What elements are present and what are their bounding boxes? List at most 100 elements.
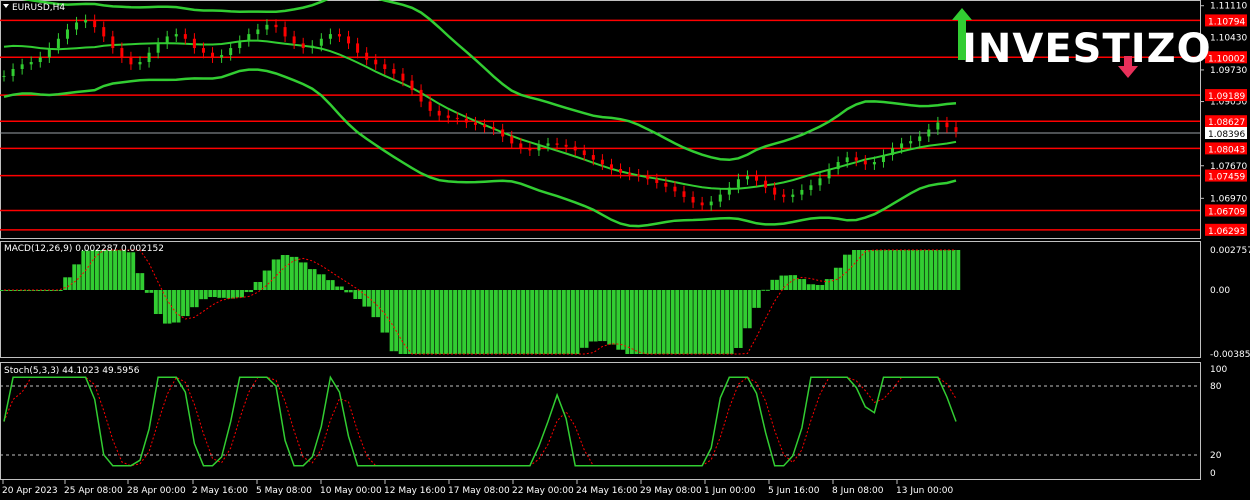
candle-body [310,45,314,49]
macd-bar [743,290,748,329]
symbol-menu-icon[interactable] [3,4,9,8]
macd-bar [516,290,521,354]
macd-bar [502,290,507,354]
macd-bar [190,290,195,308]
candle-body [337,34,341,37]
candle-body [374,59,378,65]
macd-bar [570,290,575,354]
macd-bar [874,250,879,290]
price-panel[interactable]: EURUSD,H4 1.111101.104301.097301.090501.… [0,0,1247,237]
macd-bar [466,290,471,354]
macd-bar [203,290,208,300]
macd-bar [734,290,739,348]
macd-bar [244,290,249,293]
macd-bar [752,290,757,308]
macd-bar [430,290,435,354]
macd-bar [507,290,512,354]
macd-bar [108,250,113,290]
candle-body [691,196,695,203]
macd-bar [865,250,870,290]
candle-body [347,36,351,44]
macd-bar [666,290,671,354]
macd-bar [956,250,961,290]
macd-bar [543,290,548,354]
candle-body [900,143,904,149]
level-tag-label: 1.09189 [1208,92,1245,102]
macd-bar [729,290,734,354]
macd-bar [117,250,122,290]
macd-bar [938,250,943,290]
candle-body [918,136,922,142]
macd-bar [824,279,829,290]
macd-bar [765,289,770,291]
stoch-tick-label: 80 [1210,382,1222,392]
macd-bar [425,290,430,354]
macd-bar [534,290,539,354]
macd-bar [226,290,231,299]
candle-body [582,150,586,156]
level-tag-label: 1.06293 [1208,227,1245,237]
trading-chart[interactable]: EURUSD,H4 1.111101.104301.097301.090501.… [0,0,1250,500]
candle-body [247,34,251,42]
macd-bar [657,290,662,354]
price-tick-label: 1.10430 [1210,33,1247,43]
macd-bar [308,269,312,290]
macd-bar [575,290,580,354]
macd-bar [716,290,720,354]
candle-body [755,175,759,181]
candle-body [238,41,242,49]
candle-body [29,62,33,65]
time-tick-label: 5 May 08:00 [256,486,312,496]
macd-bar [915,250,920,290]
macd-bar [344,290,349,293]
candle-body [356,43,360,53]
candle-body [446,115,450,118]
macd-bar [901,250,906,290]
bollinger-bands [3,0,957,228]
time-tick-label: 10 May 00:00 [320,486,382,496]
macd-bar [607,290,612,345]
candle-body [120,48,124,58]
macd-panel[interactable]: MACD(12,26,9) 0.002287 0.002152 0.002757… [0,244,1250,360]
macd-bar [811,284,816,290]
candle-body [84,20,88,23]
macd-bar [99,250,104,290]
symbol-label: EURUSD,H4 [12,3,65,13]
macd-bar [444,290,448,354]
macd-bar [638,290,643,354]
macd-bar [589,290,594,342]
macd-bar [217,290,222,298]
macd-bar [897,250,902,290]
macd-bar [267,270,272,290]
macd-bar [684,290,689,354]
macd-bar [661,290,666,354]
candle-body [183,34,187,39]
macd-bar [702,290,707,354]
level-tag: 1.07459 [1205,169,1247,183]
macd-bar [421,290,426,354]
macd-bar [933,250,938,290]
macd-bar [285,255,290,290]
macd-bar [326,280,331,290]
macd-bar [552,290,557,354]
macd-bar [158,290,163,315]
candle-body [93,20,97,28]
time-tick-label: 20 Apr 2023 [2,486,58,496]
time-tick-label: 24 May 16:00 [576,486,638,496]
macd-bar [357,290,362,299]
candle-body [954,127,958,132]
candle-body [138,62,142,65]
candle-body [47,48,51,58]
macd-bar [856,250,861,290]
macd-bar [371,290,376,318]
macd-bar [149,290,154,293]
candle-body [147,52,151,63]
current-price-tag: 1.08396 [1205,127,1247,140]
stoch-panel[interactable]: Stoch(5,3,3) 44.1023 49.5956 100 80 20 0 [0,365,1227,479]
candle-body [328,34,332,39]
candle-body [628,172,632,175]
macd-bar [774,279,779,290]
candle-body [646,175,650,180]
macd-bar [947,250,952,290]
panel-frames [0,0,1201,480]
